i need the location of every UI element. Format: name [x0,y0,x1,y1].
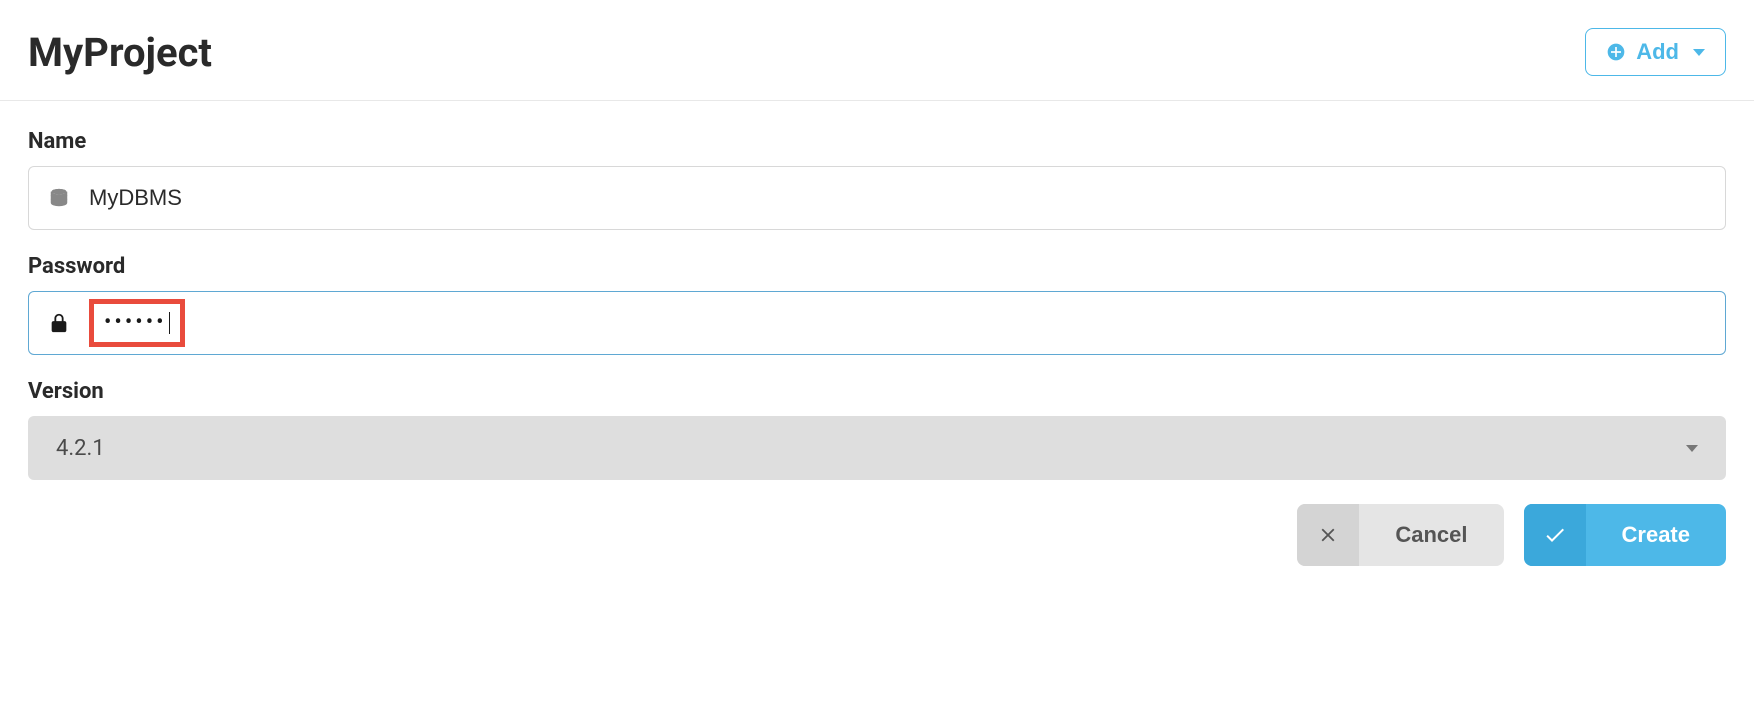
form-content: Name Password [0,101,1754,594]
password-input[interactable]: •••••• [104,312,170,334]
create-button-label: Create [1586,522,1726,548]
close-icon [1297,504,1359,566]
password-highlight: •••••• [89,299,185,347]
create-button[interactable]: Create [1524,504,1726,566]
cancel-button-label: Cancel [1359,522,1503,548]
add-button-label: Add [1636,39,1679,65]
version-field-group: Version 4.2.1 [28,379,1726,480]
lock-icon [47,311,71,335]
name-label: Name [28,129,1726,154]
version-select[interactable]: 4.2.1 [28,416,1726,480]
database-icon [47,186,71,210]
password-field-group: Password •••••• [28,254,1726,355]
footer-actions: Cancel Create [28,504,1726,566]
chevron-down-icon [1686,445,1698,452]
name-input[interactable] [89,185,1707,211]
page-title: MyProject [28,29,212,76]
name-input-wrapper[interactable] [28,166,1726,230]
version-value: 4.2.1 [56,436,105,461]
page-header: MyProject Add [0,0,1754,101]
name-field-group: Name [28,129,1726,230]
cancel-button[interactable]: Cancel [1297,504,1503,566]
password-label: Password [28,254,1726,279]
version-label: Version [28,379,1726,404]
check-icon [1524,504,1586,566]
password-input-wrapper[interactable]: •••••• [28,291,1726,355]
chevron-down-icon [1693,49,1705,56]
add-button[interactable]: Add [1585,28,1726,76]
plus-circle-icon [1606,42,1626,62]
